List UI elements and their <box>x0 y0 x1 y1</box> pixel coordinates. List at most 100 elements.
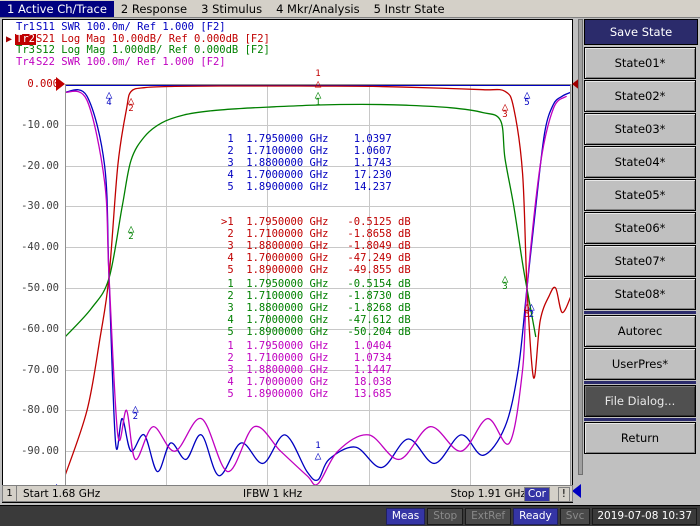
marker-row-tr4-1[interactable]: 1 1.7950000 GHz 1.0404 <box>221 340 391 352</box>
softkey-state05[interactable]: State05* <box>584 179 696 211</box>
marker-flag-2[interactable]: △ 2 <box>125 95 137 114</box>
ref-arrow-left-tr2 <box>56 77 65 91</box>
menu-item-0[interactable]: 1 Active Ch/Trace <box>0 0 114 17</box>
marker-flag-4[interactable]: △ 4 <box>103 89 115 108</box>
grid-line-v-5 <box>571 84 572 492</box>
marker-table-tr2: >1 1.7950000 GHz -0.5125 dB 2 1.7100000 … <box>221 216 411 276</box>
y-axis-label-9: -90.00 <box>21 445 59 458</box>
marker-number: 2 <box>128 232 134 242</box>
marker-flag-2[interactable]: △ 2 <box>525 301 537 320</box>
softkey-userpres[interactable]: UserPres* <box>584 348 696 380</box>
marker-flag-5[interactable]: △ 5 <box>521 89 533 108</box>
menu-item-4[interactable]: 5 Instr State <box>367 1 452 17</box>
softkey-state04[interactable]: State04* <box>584 146 696 178</box>
taskbar-status-stop[interactable]: Stop <box>427 507 464 525</box>
trace-settings: S11 SWR 100.0m/ Ref 1.000 [F2] <box>35 21 226 33</box>
y-axis-label-8: -80.00 <box>21 404 59 417</box>
marker-triangle-icon: △ <box>314 449 322 462</box>
marker-flag-1[interactable]: 1 △ <box>312 70 324 90</box>
marker-flag-3[interactable]: △ 3 <box>499 101 511 120</box>
softkey-separator <box>584 381 696 384</box>
stimulus-status-bar[interactable]: 1 Start 1.68 GHz IFBW 1 kHz Stop 1.91 GH… <box>2 485 573 502</box>
softkey-list: State01* State02* State03* State04* State05*… <box>584 47 698 455</box>
marker-row-tr3-3[interactable]: 3 1.8800000 GHz -1.8268 dB <box>221 302 410 314</box>
softkey-scrollbar[interactable] <box>578 19 583 475</box>
marker-number: 2 <box>128 104 134 114</box>
trace-settings: S22 SWR 100.0m/ Ref 1.000 [F2] <box>35 55 226 68</box>
trace-legend-row-tr4[interactable]: Tr4 S22 SWR 100.0m/ Ref 1.000 [F2] <box>6 55 270 69</box>
channel-number: 1 <box>3 486 17 501</box>
marker-flag-1[interactable]: 1 △ <box>312 442 324 462</box>
softkey-return[interactable]: Return <box>584 422 696 454</box>
menu-item-3[interactable]: 4 Mkr/Analysis <box>269 1 367 17</box>
marker-table-tr1: 1 1.7950000 GHz 1.0397 2 1.7100000 GHz 1… <box>221 133 391 193</box>
softkey-autorec[interactable]: Autorec <box>584 315 696 347</box>
marker-row-tr4-2[interactable]: 2 1.7100000 GHz 1.0734 <box>221 352 391 364</box>
taskbar-status-extref[interactable]: ExtRef <box>465 507 512 525</box>
taskbar-status-svc[interactable]: Svc <box>559 507 591 525</box>
y-axis-label-1: -10.00 <box>21 118 59 131</box>
softkey-state08[interactable]: State08* <box>584 278 696 310</box>
ifbw-value[interactable]: IFBW 1 kHz <box>243 488 302 500</box>
softkey-state02[interactable]: State02* <box>584 80 696 112</box>
taskbar-status-meas[interactable]: Meas <box>385 507 426 525</box>
marker-number: 3 <box>502 282 508 292</box>
softkey-menu-title: Save State <box>584 19 698 45</box>
y-axis-label-0: 0.000 <box>27 78 59 90</box>
marker-row-tr2-3[interactable]: 3 1.8800000 GHz -1.8049 dB <box>221 240 410 252</box>
marker-row-tr2-5[interactable]: 5 1.8900000 GHz -49.855 dB <box>221 264 410 276</box>
stop-frequency[interactable]: Stop 1.91 GHz <box>451 488 526 500</box>
menu-item-1[interactable]: 2 Response <box>114 1 194 17</box>
marker-row-tr3-5[interactable]: 5 1.8900000 GHz -50.204 dB <box>221 326 410 338</box>
marker-row-tr1-4[interactable]: 4 1.7000000 GHz 17.230 <box>221 169 391 181</box>
graph-panel[interactable]: Tr1 S11 SWR 100.0m/ Ref 1.000 [F2] ▶ Tr2 S… <box>2 19 581 503</box>
trace-legend-row-tr1[interactable]: Tr1 S11 SWR 100.0m/ Ref 1.000 [F2] <box>6 21 270 34</box>
system-taskbar: Meas Stop ExtRef Ready Svc 2019-07-08 10:37 <box>0 505 700 526</box>
marker-row-tr2-1[interactable]: >1 1.7950000 GHz -0.5125 dB <box>221 216 411 228</box>
y-axis-label-5: -50.00 <box>21 282 59 294</box>
marker-row-tr1-2[interactable]: 2 1.7100000 GHz 1.0607 <box>221 145 391 157</box>
ref-arrow-right-tr4 <box>572 484 581 498</box>
softkey-state01[interactable]: State01* <box>584 47 696 79</box>
softkey-state03[interactable]: State03* <box>584 113 696 145</box>
marker-row-tr1-5[interactable]: 5 1.8900000 GHz 14.237 <box>221 181 391 193</box>
marker-row-tr2-2[interactable]: 2 1.7100000 GHz -1.8658 dB <box>221 228 410 240</box>
marker-table-tr4: 1 1.7950000 GHz 1.0404 2 1.7100000 GHz 1… <box>221 340 391 400</box>
marker-row-tr4-5[interactable]: 5 1.8900000 GHz 13.685 <box>221 388 391 400</box>
taskbar-status-ready[interactable]: Ready <box>513 507 558 525</box>
marker-flag-2[interactable]: △ 2 <box>129 403 141 422</box>
vna-application-window: 1 Active Ch/Trace 2 Response 3 Stimulus 4 M… <box>0 0 700 526</box>
marker-number: 2 <box>132 412 139 422</box>
y-axis-label-4: -40.00 <box>21 241 59 254</box>
marker-number: 1 <box>315 98 321 108</box>
menu-item-2[interactable]: 3 Stimulus <box>194 1 269 17</box>
marker-row-tr3-2[interactable]: 2 1.7100000 GHz -1.8730 dB <box>221 290 410 302</box>
marker-row-tr3-1[interactable]: 1 1.7950000 GHz -0.5154 dB <box>221 278 410 290</box>
trace-legend: Tr1 S11 SWR 100.0m/ Ref 1.000 [F2] ▶ Tr2 S… <box>6 21 270 69</box>
marker-flag-1[interactable]: △ 1 <box>312 89 324 108</box>
menu-bar: 1 Active Ch/Trace 2 Response 3 Stimulus 4 M… <box>0 0 700 18</box>
correction-indicator[interactable]: Cor <box>523 487 550 502</box>
marker-row-tr1-1[interactable]: 1 1.7950000 GHz 1.0397 <box>221 133 391 145</box>
softkey-file-dialog[interactable]: File Dialog... <box>584 385 696 417</box>
y-axis-label-6: -60.00 <box>21 322 59 335</box>
marker-flag-2[interactable]: △ 2 <box>125 223 137 242</box>
softkey-state06[interactable]: State06* <box>584 212 696 244</box>
start-frequency[interactable]: Start 1.68 GHz <box>17 488 100 500</box>
marker-row-tr4-3[interactable]: 3 1.8800000 GHz 1.1447 <box>221 364 391 376</box>
trace-name: Tr1 <box>16 21 35 33</box>
marker-row-tr3-4[interactable]: 4 1.7000000 GHz -47.612 dB <box>221 314 410 326</box>
softkey-separator <box>584 418 696 421</box>
active-trace-pointer-icon: ▶ <box>6 33 13 45</box>
marker-number: 2 <box>528 310 535 320</box>
marker-row-tr4-4[interactable]: 4 1.7000000 GHz 18.038 <box>221 376 391 388</box>
softkey-separator <box>584 311 696 314</box>
uncalibrated-warning-icon[interactable]: ! <box>557 487 570 502</box>
marker-row-tr1-3[interactable]: 3 1.8800000 GHz 1.1743 <box>221 157 391 169</box>
y-axis-label-7: -70.00 <box>21 363 59 376</box>
y-axis-label-2: -20.00 <box>21 159 59 172</box>
marker-flag-3[interactable]: △ 3 <box>499 273 511 292</box>
softkey-state07[interactable]: State07* <box>584 245 696 277</box>
marker-row-tr2-4[interactable]: 4 1.7000000 GHz -47.249 dB <box>221 252 410 264</box>
y-axis-labels: 0.000 -10.00 -20.00 -30.00 -40.00 -50.00 -60.0… <box>3 78 63 498</box>
